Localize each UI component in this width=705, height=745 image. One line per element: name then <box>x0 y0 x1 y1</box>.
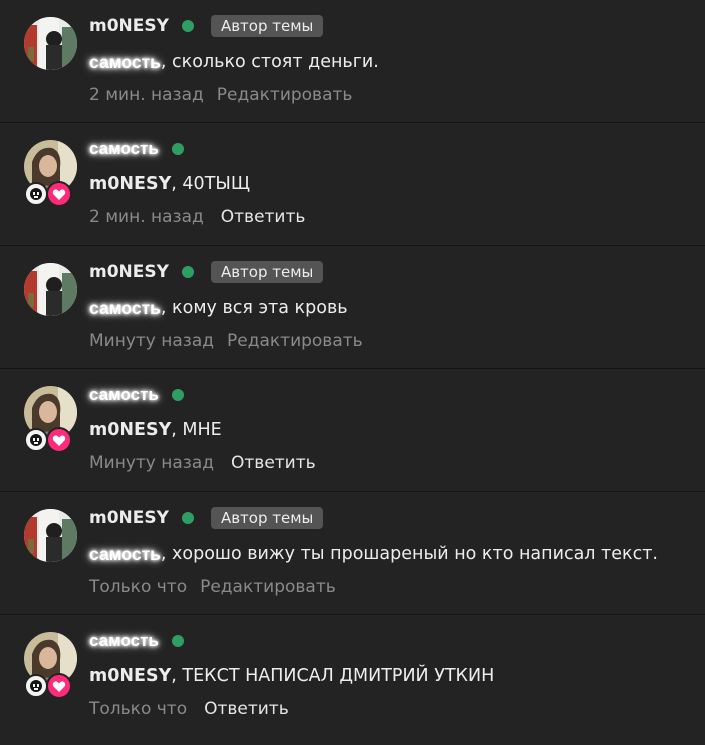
comment-meta: 2 мин. назад Редактировать <box>89 83 352 107</box>
comment: самость m0NESY, ТЕКСТ НАПИСАЛ ДМИТРИЙ УТ… <box>0 615 705 738</box>
heart-icon <box>46 427 72 453</box>
topic-author-badge: Автор темы <box>210 261 324 283</box>
mention-link[interactable]: самость <box>89 544 161 565</box>
comment-text: самость, кому вся эта кровь <box>89 295 348 321</box>
comment-body: , МНЕ <box>171 420 222 440</box>
online-status-icon <box>181 20 194 32</box>
comment-meta: 2 мин. назад Ответить <box>89 205 305 229</box>
reply-link[interactable]: Ответить <box>221 207 306 227</box>
comment-text: самость, сколько стоят деньги. <box>89 49 379 75</box>
comment-thread: m0NESY Автор темы самость, сколько стоят… <box>0 0 705 738</box>
avatar-m0nesy[interactable] <box>24 263 77 316</box>
comment-body: , сколько стоят деньги. <box>160 52 379 72</box>
comment-text: самость, хорошо вижу ты прошареный но кт… <box>89 541 658 567</box>
timestamp: 2 мин. назад <box>89 207 204 227</box>
online-status-icon <box>171 389 184 401</box>
mention-link[interactable]: m0NESY <box>89 174 171 194</box>
comment: самость m0NESY, 40ТЫЩ 2 мин. назад Ответ… <box>0 123 705 246</box>
subscriber-badges <box>24 427 72 453</box>
timestamp: Только что <box>89 699 188 719</box>
author-name[interactable]: самость <box>89 385 159 405</box>
comment: m0NESY Автор темы самость, кому вся эта … <box>0 246 705 369</box>
comment-text: m0NESY, МНЕ <box>89 417 222 443</box>
comment-meta: Только что Редактировать <box>89 575 336 599</box>
edit-link[interactable]: Редактировать <box>200 577 336 597</box>
author-row: m0NESY Автор темы <box>89 13 324 39</box>
author-row: самость <box>89 628 184 654</box>
edit-link[interactable]: Редактировать <box>217 85 353 105</box>
online-status-icon <box>171 635 184 647</box>
face-mask-icon <box>24 674 48 698</box>
online-status-icon <box>171 143 184 155</box>
edit-link[interactable]: Редактировать <box>227 331 363 351</box>
author-row: самость <box>89 382 184 408</box>
online-status-icon <box>181 266 194 278</box>
reply-link[interactable]: Ответить <box>204 699 289 719</box>
author-name[interactable]: m0NESY <box>89 16 169 36</box>
timestamp: Минуту назад <box>89 331 215 351</box>
avatar-m0nesy[interactable] <box>24 509 77 562</box>
online-status-icon <box>181 512 194 524</box>
author-name[interactable]: самость <box>89 139 159 159</box>
timestamp: Только что <box>89 577 188 597</box>
comment-body: , 40ТЫЩ <box>171 174 250 194</box>
author-name[interactable]: m0NESY <box>89 508 169 528</box>
topic-author-badge: Автор темы <box>210 507 324 529</box>
comment-meta: Только что Ответить <box>89 697 289 721</box>
comment-meta: Минуту назад Ответить <box>89 451 316 475</box>
author-row: самость <box>89 136 184 162</box>
timestamp: 2 мин. назад <box>89 85 204 105</box>
mention-link[interactable]: самость <box>89 52 161 73</box>
mention-link[interactable]: m0NESY <box>89 666 171 686</box>
comment-body: , кому вся эта кровь <box>160 298 348 318</box>
face-mask-icon <box>24 428 48 452</box>
author-name[interactable]: m0NESY <box>89 262 169 282</box>
topic-author-badge: Автор темы <box>210 15 324 37</box>
subscriber-badges <box>24 673 72 699</box>
face-mask-icon <box>24 182 48 206</box>
comment: самость m0NESY, МНЕ Минуту назад Ответит… <box>0 369 705 492</box>
author-row: m0NESY Автор темы <box>89 505 324 531</box>
comment: m0NESY Автор темы самость, хорошо вижу т… <box>0 492 705 615</box>
heart-icon <box>46 181 72 207</box>
author-row: m0NESY Автор темы <box>89 259 324 285</box>
comment-body: , хорошо вижу ты прошареный но кто напис… <box>160 544 658 564</box>
comment-body: , ТЕКСТ НАПИСАЛ ДМИТРИЙ УТКИН <box>171 666 495 686</box>
author-name[interactable]: самость <box>89 631 159 651</box>
comment: m0NESY Автор темы самость, сколько стоят… <box>0 0 705 123</box>
comment-text: m0NESY, ТЕКСТ НАПИСАЛ ДМИТРИЙ УТКИН <box>89 663 494 689</box>
comment-text: m0NESY, 40ТЫЩ <box>89 171 250 197</box>
comment-meta: Минуту назад Редактировать <box>89 329 363 353</box>
reply-link[interactable]: Ответить <box>231 453 316 473</box>
mention-link[interactable]: самость <box>89 298 161 319</box>
subscriber-badges <box>24 181 72 207</box>
avatar-m0nesy[interactable] <box>24 17 77 70</box>
timestamp: Минуту назад <box>89 453 215 473</box>
heart-icon <box>46 673 72 699</box>
mention-link[interactable]: m0NESY <box>89 420 171 440</box>
